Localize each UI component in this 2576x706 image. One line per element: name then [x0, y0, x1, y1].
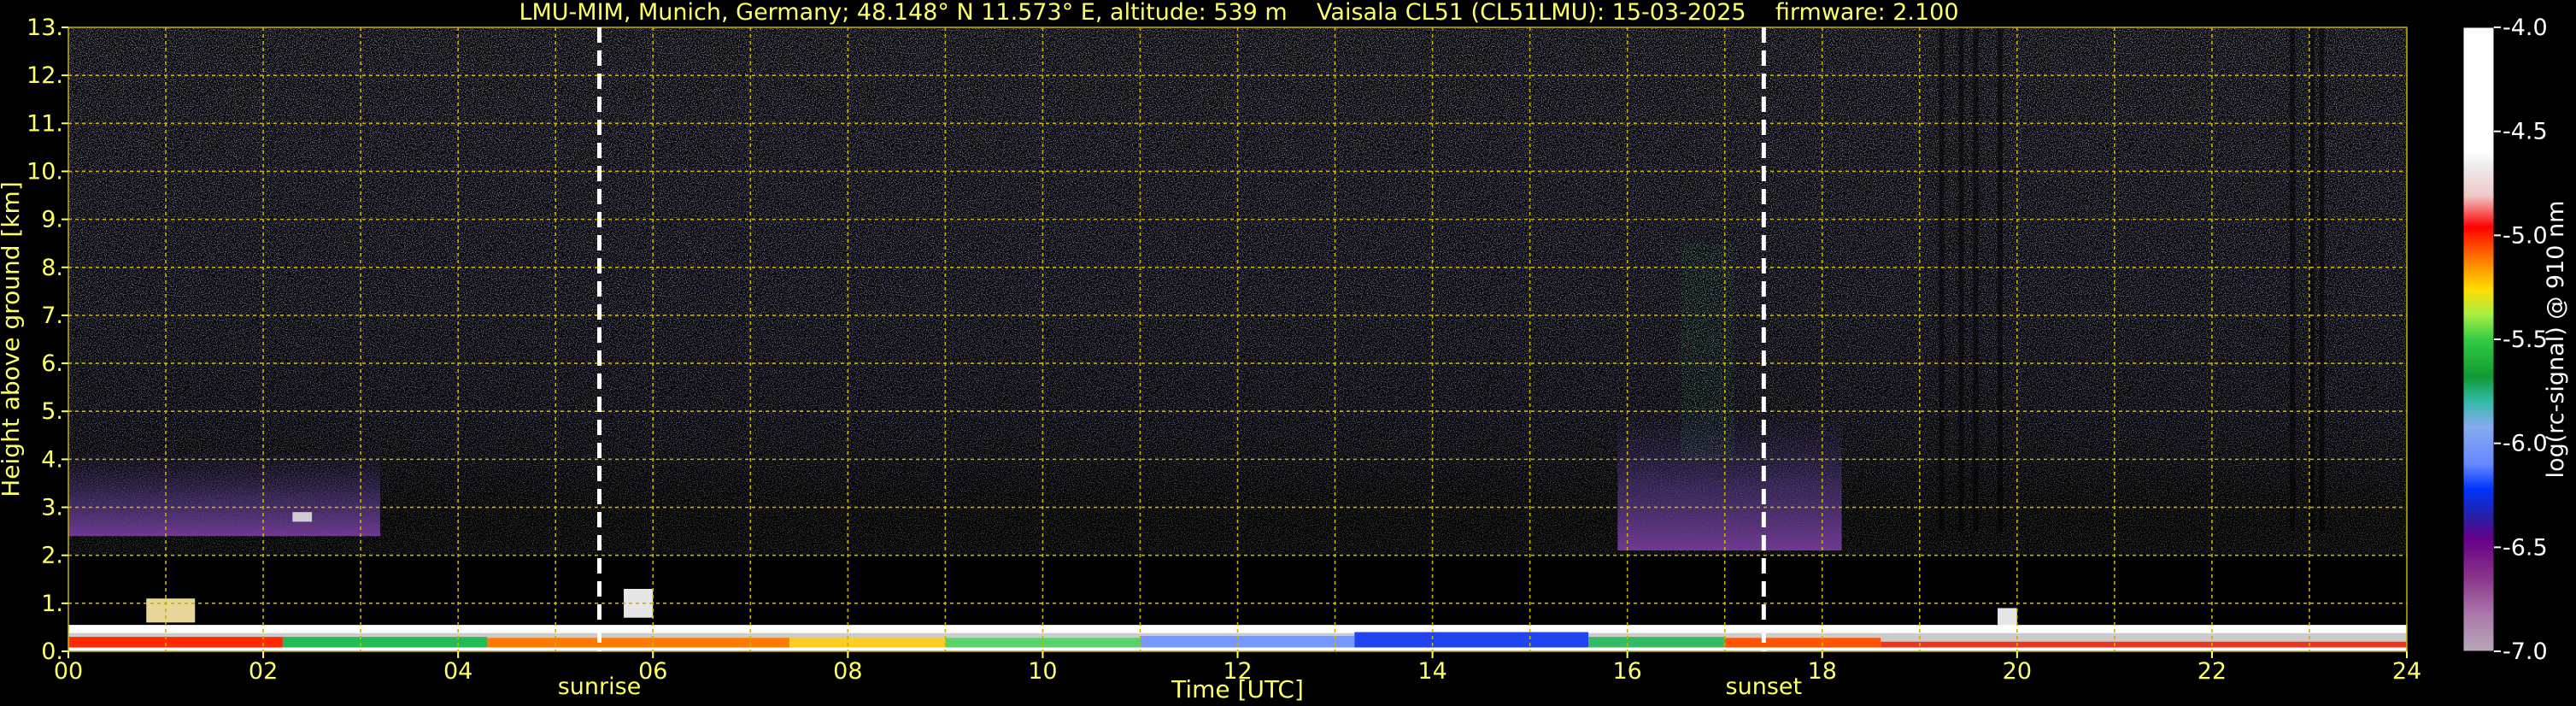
- x-tick-label: 10: [1028, 658, 1057, 685]
- y-tick-label: 13.: [26, 15, 63, 41]
- y-axis-label: Height above ground [km]: [0, 181, 25, 497]
- plot-svg: 00 02 04 06 08 10 12 14 16 18 20 22 240.1.2.3.4.5.6.…: [0, 15, 2569, 703]
- x-tick-label: 20: [2003, 658, 2032, 685]
- y-tick-label: 6.: [41, 350, 63, 377]
- ceilometer-plot: LMU-MIM, Munich, Germany; 48.148° N 11.5…: [0, 0, 2576, 706]
- cloud-patch-0: [146, 598, 196, 623]
- y-tick-label: 1.: [41, 591, 63, 617]
- y-tick-label: 11.: [26, 110, 63, 137]
- signal-gap-6: [2319, 27, 2325, 532]
- colorbar-scale: [2462, 26, 2495, 652]
- signal-gap-0: [1939, 27, 1945, 532]
- y-tick-label: 8.: [41, 255, 63, 281]
- aerosol-layer-early: [68, 450, 380, 537]
- colorbar-tick-label: -4.5: [2503, 119, 2548, 145]
- x-tick-label: 16: [1612, 658, 1641, 685]
- green-plume: [1681, 243, 1735, 460]
- signal-gap-2: [1973, 27, 1979, 532]
- sunset-marker-label: sunset: [1726, 674, 1803, 700]
- signal-gap-4: [2290, 27, 2296, 532]
- signal-gap-1: [1958, 27, 1964, 532]
- colorbar-tick-label: -6.0: [2503, 431, 2548, 457]
- x-tick-label: 18: [1808, 658, 1837, 685]
- signal-gap-3: [1998, 27, 2004, 532]
- colorbar-tick-label: -7.0: [2503, 638, 2548, 665]
- y-tick-label: 3.: [41, 495, 63, 521]
- colorbar: -4.0 -4.5 -5.0 -5.5 -6.0 -6.5 -7.0 log(rc-signa…: [2462, 15, 2569, 665]
- y-tick-label: 0.: [41, 638, 63, 665]
- x-tick-label: 14: [1417, 658, 1446, 685]
- x-tick-label: 24: [2392, 658, 2421, 685]
- x-tick-label: 02: [249, 658, 278, 685]
- y-tick-label: 4.: [41, 446, 63, 473]
- x-tick-label: 04: [443, 658, 472, 685]
- x-axis-label: Time [UTC]: [1171, 675, 1304, 703]
- colorbar-tick-label: -5.5: [2503, 327, 2548, 353]
- y-tick-label: 9.: [41, 207, 63, 233]
- colorbar-tick-label: -4.0: [2503, 15, 2548, 41]
- y-tick-label: 2.: [41, 543, 63, 569]
- noise-speckle: [68, 27, 2407, 556]
- y-tick-label: 7.: [41, 303, 63, 329]
- x-tick-label: 06: [638, 658, 667, 685]
- y-tick-label: 12.: [26, 62, 63, 89]
- sunrise-marker-label: sunrise: [558, 674, 642, 700]
- cloud-patch-3: [292, 512, 313, 522]
- signal-gap-5: [2309, 27, 2315, 532]
- y-tick-label: 10.: [26, 158, 63, 185]
- colorbar-tick-label: -5.0: [2503, 222, 2548, 249]
- y-tick-label: 5.: [41, 398, 63, 425]
- cloud-patch-2: [1998, 608, 2017, 627]
- x-tick-label: 08: [833, 658, 862, 685]
- backscatter-heatmap: [68, 27, 2407, 651]
- colorbar-tick-label: -6.5: [2503, 534, 2548, 561]
- colorbar-label: log(rc-signal) @ 910 nm: [2543, 201, 2569, 479]
- x-tick-label: 22: [2198, 658, 2227, 685]
